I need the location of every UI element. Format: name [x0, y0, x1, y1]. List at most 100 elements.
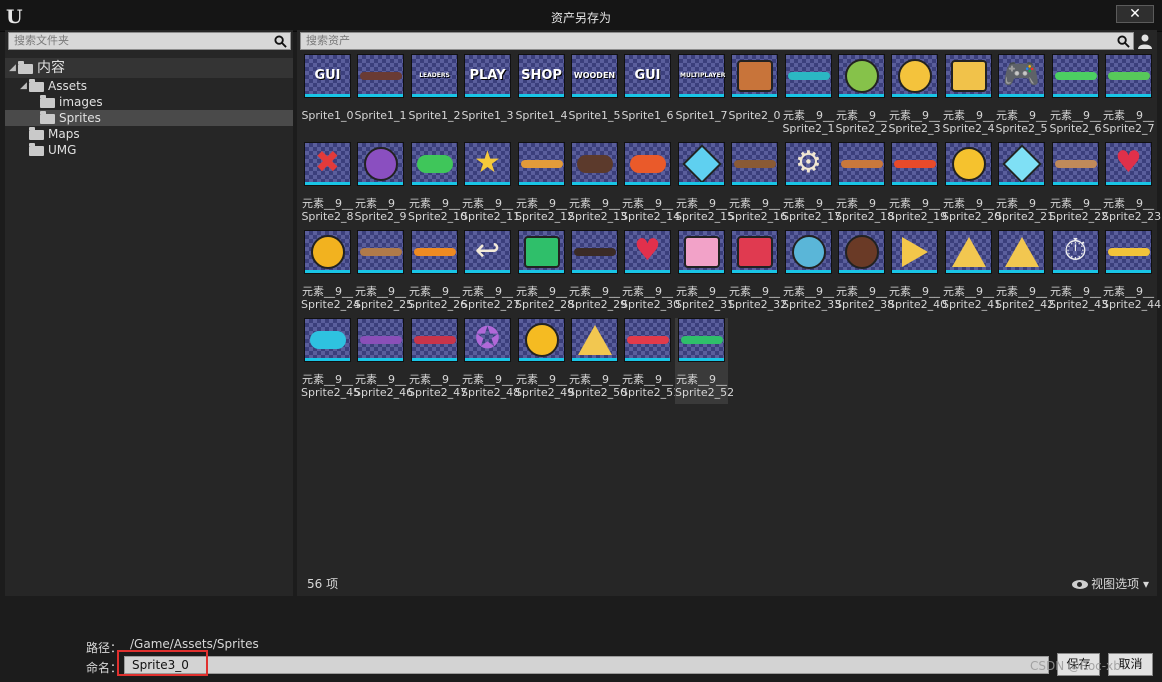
- asset-tile[interactable]: MULTIPLAYER Sprite1_7: [675, 54, 728, 140]
- asset-tile[interactable]: Sprite1_1: [354, 54, 407, 140]
- asset-label-line: Sprite2_33: [782, 298, 842, 311]
- search-icon[interactable]: [274, 35, 287, 48]
- asset-tile[interactable]: 元素__9__ Sprite2_46: [354, 318, 413, 404]
- asset-tile[interactable]: 元素__9__ Sprite2_24: [301, 230, 361, 316]
- expand-arrow-icon[interactable]: ◢: [20, 78, 29, 94]
- tree-item-sprites[interactable]: Sprites: [5, 110, 293, 126]
- folder-search-input[interactable]: 搜索文件夹: [8, 32, 291, 50]
- asset-tile[interactable]: 元素__9__ Sprite2_19: [888, 142, 947, 228]
- close-button[interactable]: ✕: [1116, 5, 1154, 23]
- asset-tile[interactable]: ★ 元素__9__ Sprite2_11: [461, 142, 520, 228]
- asset-tile[interactable]: ⚙ 元素__9__ Sprite2_17: [782, 142, 841, 228]
- asset-tile[interactable]: ♥ 元素__9__ Sprite2_30: [621, 230, 680, 316]
- asset-tile[interactable]: ⏱ 元素__9__ Sprite2_43: [1049, 230, 1108, 316]
- asset-name-input[interactable]: Sprite3_0: [124, 656, 1049, 674]
- sprite-text-art: MULTIPLAYER: [680, 72, 726, 79]
- asset-label-line: Sprite2_24: [301, 298, 361, 311]
- asset-tile[interactable]: 元素__9__ Sprite2_49: [515, 318, 574, 404]
- asset-tile[interactable]: 元素__9__ Sprite2_44: [1102, 230, 1161, 316]
- asset-tile[interactable]: PLAY Sprite1_3: [461, 54, 514, 140]
- asset-thumbnail: [624, 142, 671, 186]
- asset-label-line: Sprite2_26: [408, 298, 468, 311]
- asset-tile[interactable]: 元素__9__ Sprite2_1: [782, 54, 835, 140]
- view-options-button[interactable]: 视图选项 ▾: [1072, 575, 1149, 592]
- asset-tile[interactable]: GUI Sprite1_0: [301, 54, 354, 140]
- asset-tile[interactable]: 元素__9__ Sprite2_45: [301, 318, 360, 404]
- user-filter-icon[interactable]: [1137, 33, 1153, 49]
- asset-tile[interactable]: 元素__9__ Sprite2_15: [675, 142, 734, 228]
- sprite-text-art: LEADERS: [419, 72, 450, 79]
- asset-tile[interactable]: GUI Sprite1_6: [621, 54, 674, 140]
- asset-label: 元素__9__ Sprite2_25: [354, 285, 413, 311]
- asset-thumbnail: ✖: [304, 142, 351, 186]
- tree-item-images[interactable]: images: [5, 94, 293, 110]
- asset-tile[interactable]: 元素__9__ Sprite2_3: [888, 54, 941, 140]
- asset-thumbnail: [998, 142, 1045, 186]
- asset-tile[interactable]: 元素__9__ Sprite2_33: [782, 230, 842, 316]
- asset-tile[interactable]: ✪ 元素__9__ Sprite2_48: [461, 318, 521, 404]
- tree-item-content[interactable]: ◢ 内容: [5, 58, 293, 78]
- asset-tile[interactable]: 元素__9__ Sprite2_28: [515, 230, 574, 316]
- asset-tile[interactable]: 元素__9__ Sprite2_26: [408, 230, 468, 316]
- sprite-bar-art: [359, 336, 402, 344]
- search-icon[interactable]: [1117, 35, 1130, 48]
- asset-label-line: Sprite2_51: [621, 386, 681, 399]
- tree-item-label: Maps: [48, 127, 80, 141]
- asset-tile[interactable]: 元素__9__ Sprite2_31: [675, 230, 734, 316]
- asset-tile[interactable]: 元素__9__ Sprite2_52: [675, 318, 734, 404]
- asset-tile[interactable]: 元素__9__ Sprite2_21: [995, 142, 1054, 228]
- asset-tile[interactable]: 元素__9__ Sprite2_29: [568, 230, 627, 316]
- asset-label-line: Sprite1_2: [408, 109, 461, 122]
- asset-tile[interactable]: ✖ 元素__9__ Sprite2_8: [301, 142, 354, 228]
- asset-label-line: Sprite1_7: [675, 109, 728, 122]
- asset-tile[interactable]: 元素__9__ Sprite2_6: [1049, 54, 1102, 140]
- asset-thumbnail: [1105, 230, 1152, 274]
- asset-tile[interactable]: 元素__9__ Sprite2_42: [995, 230, 1054, 316]
- asset-tile[interactable]: Sprite2_0: [728, 54, 781, 140]
- asset-tile[interactable]: 元素__9__ Sprite2_2: [835, 54, 888, 140]
- asset-label: 元素__9__ Sprite2_26: [408, 285, 468, 311]
- asset-tile[interactable]: 元素__9__ Sprite2_18: [835, 142, 894, 228]
- tree-item-assets[interactable]: ◢ Assets: [5, 78, 293, 94]
- triangle-icon: [1004, 237, 1039, 267]
- asset-tile[interactable]: 元素__9__ Sprite2_50: [568, 318, 627, 404]
- asset-thumbnail: [678, 230, 725, 274]
- asset-tile[interactable]: 元素__9__ Sprite2_14: [621, 142, 680, 228]
- asset-tile[interactable]: 元素__9__ Sprite2_25: [354, 230, 413, 316]
- asset-tile[interactable]: 元素__9__ Sprite2_38: [835, 230, 894, 316]
- asset-search-input[interactable]: 搜索资产: [300, 32, 1134, 50]
- asset-label-line: 元素__9__: [302, 197, 353, 210]
- asset-label: 元素__9__ Sprite2_21: [995, 197, 1054, 223]
- asset-thumbnail: [304, 318, 351, 362]
- asset-tile[interactable]: 元素__9__ Sprite2_47: [408, 318, 467, 404]
- asset-tile[interactable]: SHOP Sprite1_4: [515, 54, 568, 140]
- folder-icon: [29, 127, 44, 140]
- asset-tile[interactable]: LEADERS Sprite1_2: [408, 54, 461, 140]
- tree-item-umg[interactable]: UMG: [5, 142, 293, 158]
- asset-tile[interactable]: 元素__9__ Sprite2_9: [354, 142, 407, 228]
- asset-tile[interactable]: 元素__9__ Sprite2_4: [942, 54, 995, 140]
- asset-label-line: Sprite2_48: [461, 386, 521, 399]
- tree-item-maps[interactable]: Maps: [5, 126, 293, 142]
- asset-tile[interactable]: 元素__9__ Sprite2_51: [621, 318, 681, 404]
- asset-tile[interactable]: 🎮 元素__9__ Sprite2_5: [995, 54, 1048, 140]
- asset-thumbnail: SHOP: [518, 54, 565, 98]
- asset-tile[interactable]: 元素__9__ Sprite2_41: [942, 230, 1001, 316]
- asset-tile[interactable]: ↩ 元素__9__ Sprite2_27: [461, 230, 520, 316]
- asset-tile[interactable]: 元素__9__ Sprite2_7: [1102, 54, 1155, 140]
- asset-tile[interactable]: WOODEN Sprite1_5: [568, 54, 621, 140]
- asset-thumbnail: PLAY: [464, 54, 511, 98]
- asset-tile[interactable]: 元素__9__ Sprite2_40: [888, 230, 947, 316]
- asset-tile[interactable]: 元素__9__ Sprite2_16: [728, 142, 787, 228]
- asset-label-line: 元素__9__: [836, 285, 887, 298]
- asset-tile[interactable]: 元素__9__ Sprite2_13: [568, 142, 627, 228]
- asset-tile[interactable]: 元素__9__ Sprite2_20: [942, 142, 1001, 228]
- expand-arrow-icon[interactable]: ◢: [9, 58, 18, 78]
- asset-tile[interactable]: ♥ 元素__9__ Sprite2_23: [1102, 142, 1161, 228]
- sprite-text-art: SHOP: [521, 68, 562, 83]
- asset-tile[interactable]: 元素__9__ Sprite2_10: [408, 142, 467, 228]
- asset-tile[interactable]: 元素__9__ Sprite2_22: [1049, 142, 1108, 228]
- sprite-panel-art: [736, 236, 773, 268]
- asset-tile[interactable]: 元素__9__ Sprite2_32: [728, 230, 787, 316]
- asset-tile[interactable]: 元素__9__ Sprite2_12: [515, 142, 574, 228]
